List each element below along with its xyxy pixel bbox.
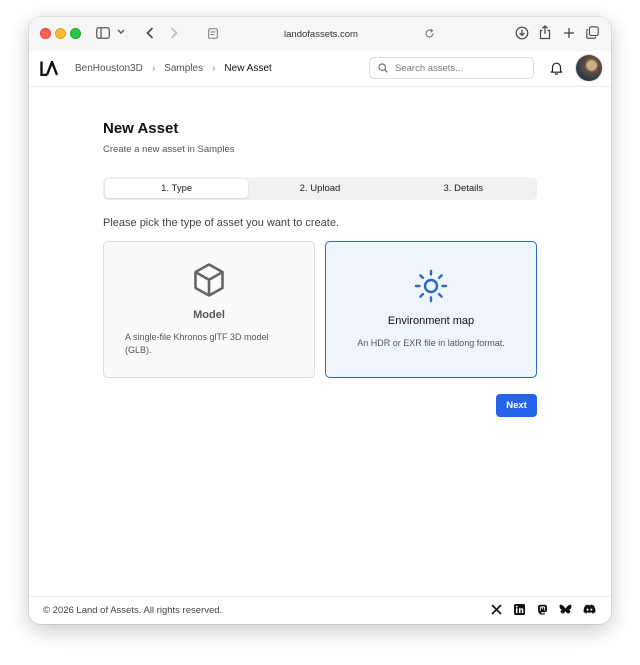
option-description-model: A single-file Khronos glTF 3D model (GLB… [125, 332, 269, 355]
sidebar-toggle-icon[interactable] [96, 27, 110, 39]
tab-overview-icon[interactable] [586, 26, 599, 39]
url-text: landofassets.com [284, 28, 358, 40]
search-placeholder: Search assets... [395, 62, 464, 74]
asset-type-option-model[interactable]: Model A single-file Khronos glTF 3D mode… [103, 241, 315, 378]
linkedin-icon[interactable] [514, 604, 525, 615]
land-of-assets-logo[interactable] [40, 58, 59, 81]
bluesky-icon[interactable] [559, 604, 572, 615]
breadcrumb-item-collection[interactable]: Samples [164, 63, 203, 74]
page-subtitle: Create a new asset in Samples [103, 144, 235, 155]
mastodon-icon[interactable] [537, 604, 548, 615]
breadcrumb-separator-icon: › [151, 63, 156, 74]
share-icon[interactable] [539, 25, 551, 40]
zoom-window-button[interactable] [70, 28, 81, 39]
search-icon [378, 63, 388, 73]
option-description-environment-map: An HDR or EXR file in latlong format. [357, 338, 505, 348]
chevron-down-icon[interactable] [117, 29, 125, 35]
page-settings-icon[interactable] [208, 28, 218, 42]
new-tab-plus-icon[interactable] [563, 27, 575, 39]
downloads-icon[interactable] [515, 26, 529, 40]
app-header: BenHouston3D › Samples › New Asset Searc… [29, 51, 611, 87]
step-details[interactable]: 3. Details [392, 179, 535, 198]
minimize-window-button[interactable] [55, 28, 66, 39]
asset-type-option-environment-map[interactable]: Environment map An HDR or EXR file in la… [325, 241, 537, 378]
user-avatar[interactable] [576, 55, 602, 81]
option-title-environment-map: Environment map [387, 315, 475, 327]
breadcrumb-item-current: New Asset [224, 63, 272, 74]
address-bar[interactable]: landofassets.com [201, 23, 441, 45]
cube-icon [104, 262, 314, 298]
copyright-text: © 2026 Land of Assets. All rights reserv… [43, 605, 223, 616]
browser-window: landofassets.com BenHouston3D › Samples … [29, 17, 611, 624]
option-title-model: Model [193, 309, 225, 321]
browser-toolbar: landofassets.com [29, 17, 611, 51]
next-button[interactable]: Next [496, 394, 537, 417]
notifications-bell-icon[interactable] [550, 61, 563, 80]
step-upload[interactable]: 2. Upload [248, 179, 391, 198]
breadcrumb-separator-icon: › [212, 63, 216, 74]
sun-icon [326, 269, 536, 303]
close-window-button[interactable] [40, 28, 51, 39]
footer: © 2026 Land of Assets. All rights reserv… [29, 596, 611, 624]
discord-icon[interactable] [583, 604, 596, 615]
back-arrow-icon[interactable] [146, 27, 154, 39]
step-type[interactable]: 1. Type [105, 179, 249, 198]
step-indicator: 1. Type 2. Upload 3. Details [103, 177, 537, 200]
breadcrumb: BenHouston3D › Samples › New Asset [75, 63, 272, 74]
reload-icon[interactable] [424, 28, 435, 42]
page-title: New Asset [103, 120, 179, 137]
main-content: New Asset Create a new asset in Samples … [29, 88, 611, 596]
forward-arrow-icon[interactable] [170, 27, 178, 39]
breadcrumb-item-user[interactable]: BenHouston3D [75, 63, 143, 74]
x-icon[interactable] [491, 604, 502, 615]
search-input[interactable]: Search assets... [369, 57, 534, 79]
asset-type-prompt: Please pick the type of asset you want t… [103, 217, 340, 229]
